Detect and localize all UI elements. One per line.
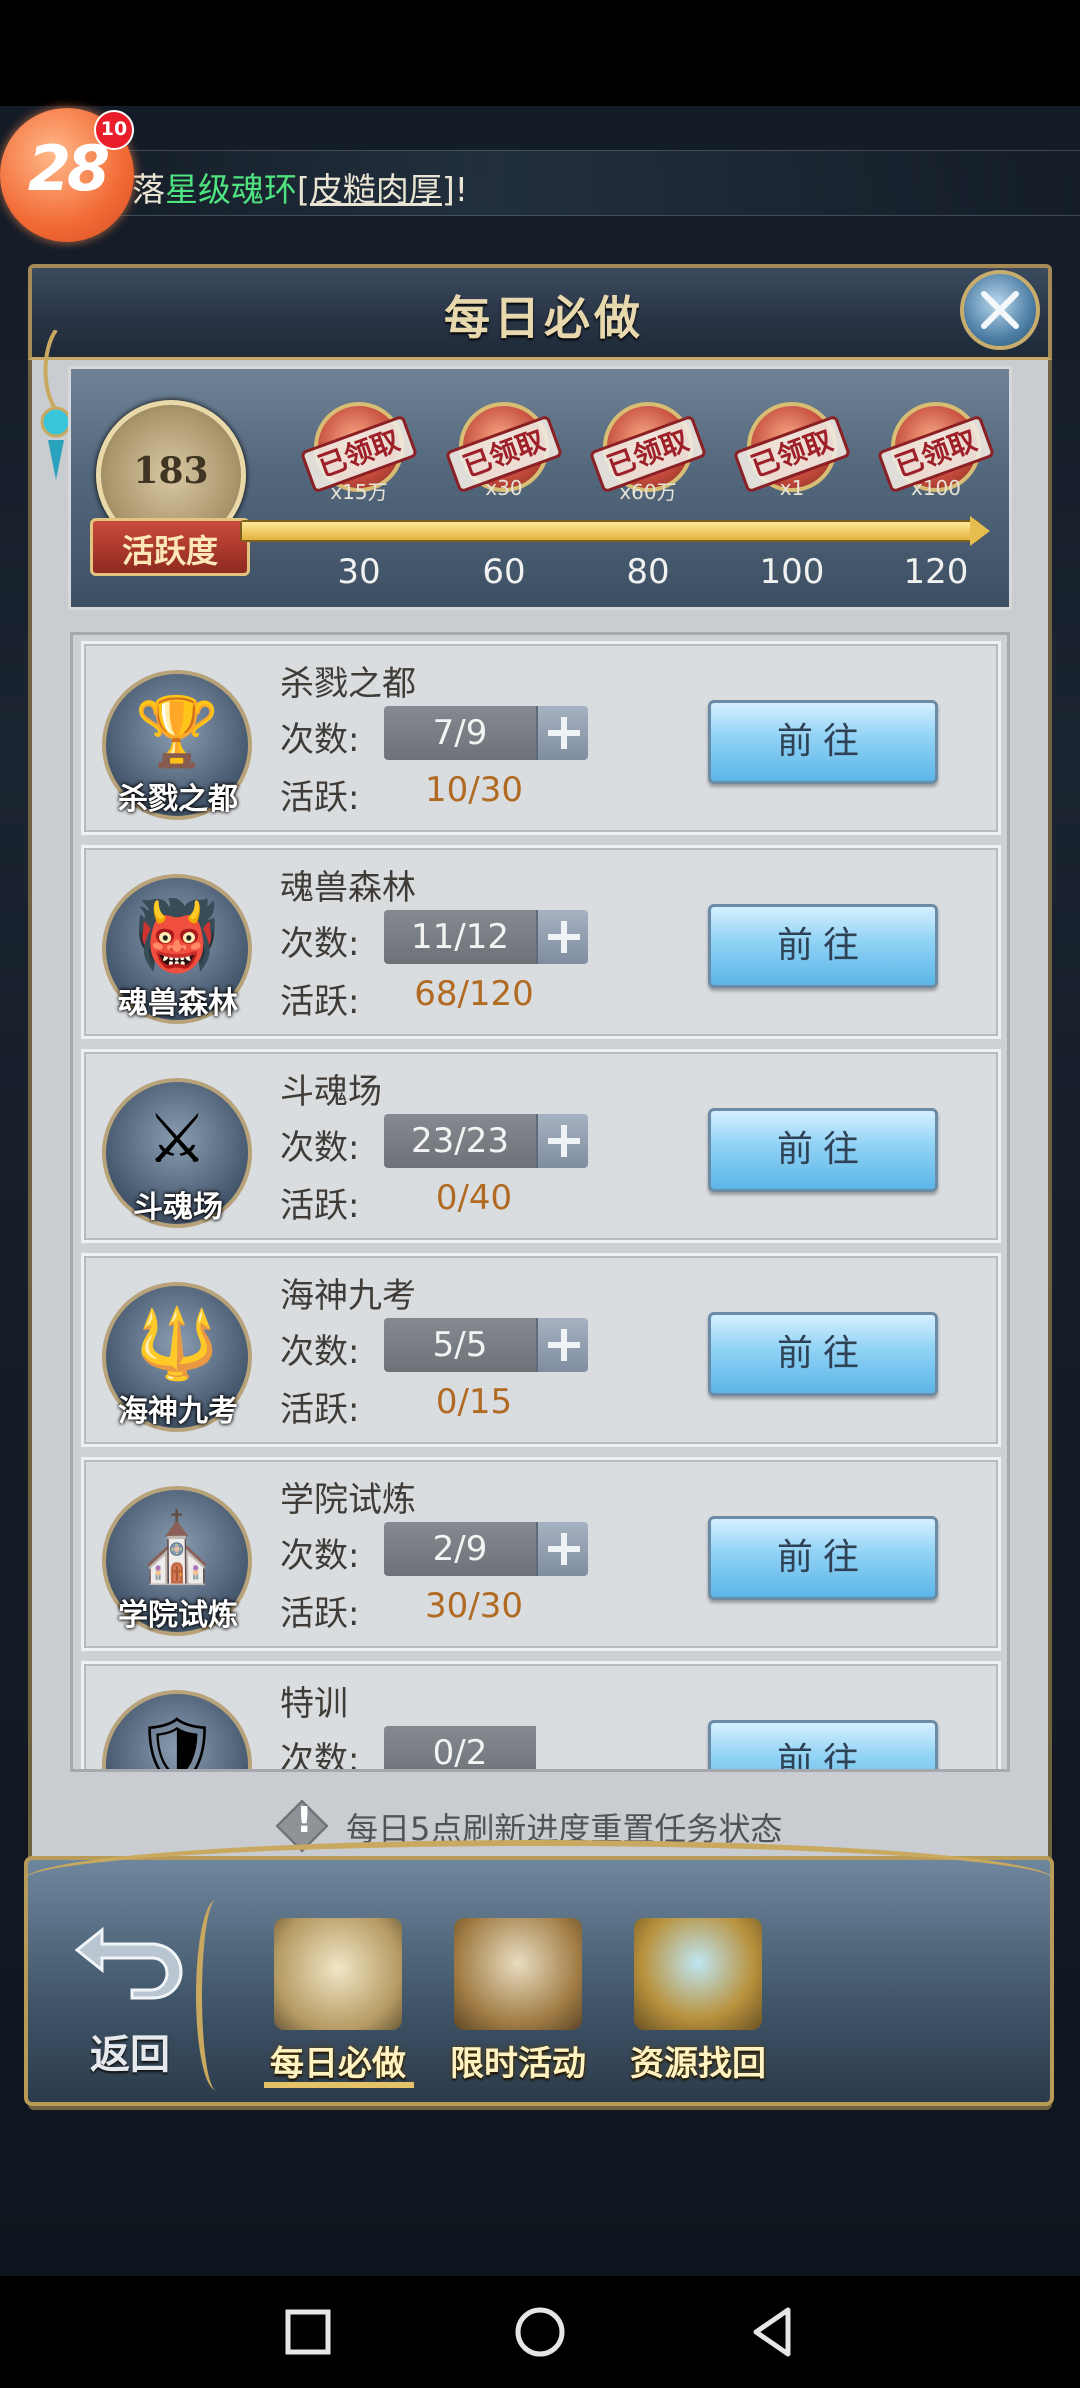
go-button[interactable]: 前往 [708, 1720, 938, 1769]
task-name: 魂兽森林 [280, 868, 416, 908]
recents-icon[interactable] [278, 2302, 338, 2362]
count-value: 23/23 [384, 1114, 536, 1168]
task-row: 🏆 杀戮之都 杀戮之都 次数: 7/9 活跃: 10/30 前往 [81, 641, 1001, 835]
activity-value: 183 [133, 450, 209, 492]
tab-daily-tasks[interactable]: 每日必做 [258, 1918, 418, 2088]
treasure-chest-icon [634, 1918, 762, 2030]
panel-title: 每日必做 [444, 291, 644, 345]
active-label: 活跃: [280, 778, 360, 818]
tab-label: 每日必做 [270, 2044, 406, 2084]
count-value: 7/9 [384, 706, 536, 760]
task-row: 🔱 海神九考 海神九考 次数: 5/5 活跃: 0/15 前往 [81, 1253, 1001, 1447]
go-button[interactable]: 前往 [708, 1516, 938, 1600]
milestone-threshold: 80 [626, 552, 670, 592]
count-value: 11/12 [384, 910, 536, 964]
count-label: 次数: [280, 1332, 360, 1372]
milestone-threshold: 30 [337, 552, 381, 592]
ticker-prefix: 落 [132, 170, 165, 209]
active-value: 0/15 [435, 1382, 513, 1422]
arena-symbol: ⚔ [146, 1100, 208, 1179]
milestone-reward-120[interactable]: x100 已领取 [876, 402, 996, 532]
count-value: 2/9 [384, 1522, 536, 1576]
add-count-button[interactable] [536, 1114, 588, 1168]
ticker-suffix: ! [454, 170, 468, 209]
active-label: 活跃: [280, 1594, 360, 1634]
count-value: 0/2 [384, 1726, 536, 1769]
tab-resource-recovery[interactable]: 资源找回 [618, 1918, 778, 2088]
count-label: 次数: [280, 720, 360, 760]
back-nav-icon[interactable] [742, 2302, 802, 2362]
go-button[interactable]: 前往 [708, 1312, 938, 1396]
exclamation-mark: ! [296, 1800, 313, 1841]
go-button[interactable]: 前往 [708, 700, 938, 784]
back-button[interactable]: 返回 [60, 1910, 200, 2080]
task-icon-label: 斗魂场 [133, 1190, 223, 1225]
status-bar-area [0, 0, 1080, 106]
home-icon[interactable] [510, 2302, 570, 2362]
go-button[interactable]: 前往 [708, 904, 938, 988]
training-icon: 🛡 [102, 1690, 252, 1772]
ticker-item-link[interactable]: [皮糙肉厚] [297, 170, 455, 209]
milestone-threshold: 100 [759, 552, 825, 592]
milestone-reward-100[interactable]: x1 已领取 [732, 402, 852, 532]
active-value: 0/40 [435, 1178, 513, 1218]
task-icon-label: 海神九考 [118, 1394, 238, 1429]
tab-label: 资源找回 [630, 2044, 766, 2084]
clock-book-icon [454, 1918, 582, 2030]
active-value: 30/30 [425, 1586, 523, 1626]
add-count-button[interactable] [536, 1318, 588, 1372]
task-icon-label: 魂兽森林 [118, 986, 238, 1021]
milestone-reward-60[interactable]: x30 已领取 [444, 402, 564, 532]
count-value: 5/5 [384, 1318, 536, 1372]
return-arrow-icon [74, 1926, 183, 2000]
count-label: 次数: [280, 1128, 360, 1168]
ticker-text: 落星级魂环[皮糙肉厚]! [132, 163, 468, 211]
milestone-threshold: 60 [482, 552, 526, 592]
task-name: 斗魂场 [280, 1072, 382, 1112]
count-label: 次数: [280, 924, 360, 964]
add-count-button[interactable] [536, 706, 588, 760]
beast-symbol: 👹 [134, 897, 220, 976]
activity-label: 活跃度 [121, 532, 218, 570]
count-label: 次数: [280, 1740, 360, 1772]
active-value: 10/30 [425, 770, 523, 810]
active-label: 活跃: [280, 982, 360, 1022]
notification-badge: 10 [94, 110, 134, 150]
task-icon-label: 学院试炼 [118, 1598, 238, 1633]
back-label: 返回 [90, 2031, 170, 2078]
announcement-ticker: 落星级魂环[皮糙肉厚]! [80, 150, 1080, 216]
milestone-threshold: 120 [903, 552, 969, 592]
add-count-button[interactable] [536, 1522, 588, 1576]
task-row: ⛪ 学院试炼 学院试炼 次数: 2/9 活跃: 30/30 前往 [81, 1457, 1001, 1651]
count-label: 次数: [280, 1536, 360, 1576]
task-row: 👹 魂兽森林 魂兽森林 次数: 11/12 活跃: 68/120 前往 [81, 845, 1001, 1039]
divider-arc [196, 1900, 236, 2090]
task-name: 特训 [280, 1684, 348, 1724]
trident-symbol: 🔱 [134, 1305, 220, 1384]
task-name: 杀戮之都 [280, 664, 416, 704]
active-value: 68/120 [414, 974, 534, 1014]
milestone-reward-30[interactable]: x15万 已领取 [299, 402, 419, 532]
task-name: 学院试炼 [280, 1480, 416, 1520]
training-symbol: 🛡 [133, 1713, 221, 1772]
milestone-reward-80[interactable]: x60万 已领取 [588, 402, 708, 532]
task-icon-label: 杀戮之都 [118, 782, 238, 817]
tab-label: 限时活动 [450, 2044, 586, 2084]
tab-limited-events[interactable]: 限时活动 [438, 1918, 598, 2088]
task-row: ⚔ 斗魂场 斗魂场 次数: 23/23 活跃: 0/40 前往 [81, 1049, 1001, 1243]
goblet-symbol: 🏆 [134, 693, 220, 772]
task-name: 海神九考 [280, 1276, 416, 1316]
task-row: 🛡 特训 次数: 0/2 前往 [81, 1661, 1001, 1772]
go-button[interactable]: 前往 [708, 1108, 938, 1192]
task-list[interactable]: 🏆 杀戮之都 杀戮之都 次数: 7/9 活跃: 10/30 前往 👹 魂兽森林 … [70, 632, 1010, 1772]
academy-symbol: ⛪ [134, 1509, 220, 1588]
close-icon [981, 291, 1019, 329]
add-count-button[interactable] [536, 910, 588, 964]
close-button[interactable] [960, 270, 1040, 350]
active-label: 活跃: [280, 1186, 360, 1226]
scroll-quill-icon [274, 1918, 402, 2030]
active-label: 活跃: [280, 1390, 360, 1430]
panel-title-bar: 每日必做 [28, 264, 1052, 360]
ticker-highlight: 星级魂环 [165, 170, 297, 209]
